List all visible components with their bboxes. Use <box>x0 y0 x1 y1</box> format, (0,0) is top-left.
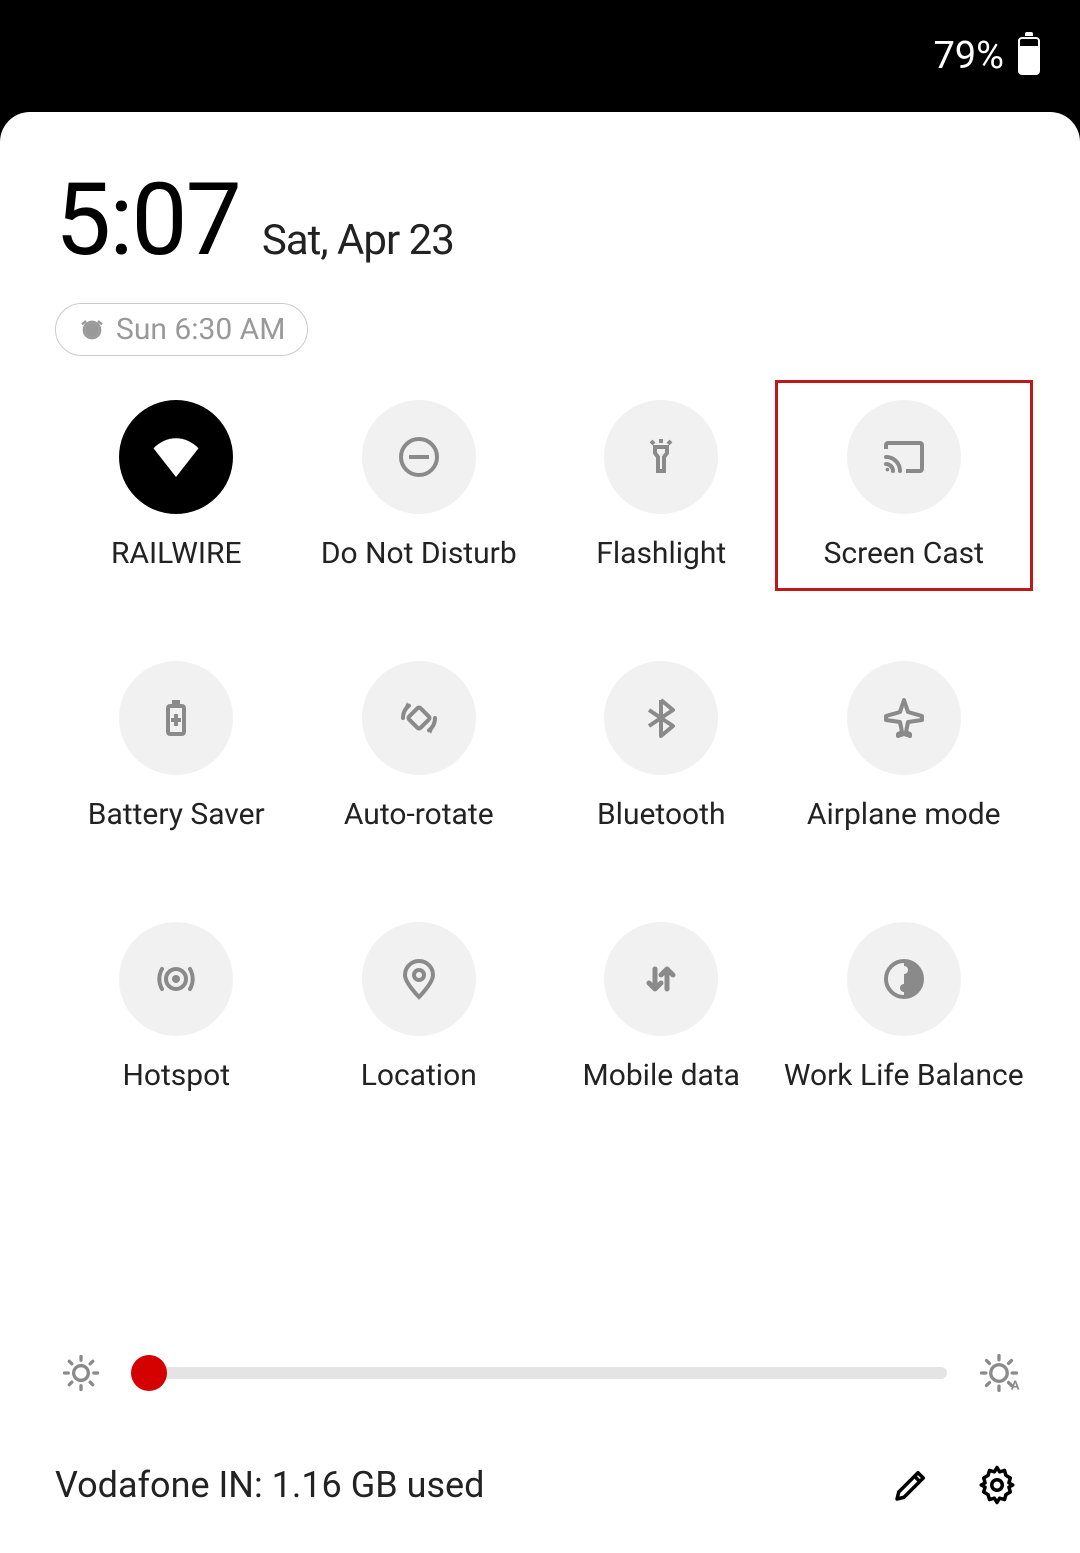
airplane-icon <box>880 694 928 742</box>
tile-flashlight-button[interactable] <box>604 400 718 514</box>
tile-location-label: Location <box>361 1058 477 1093</box>
tile-battery-saver: Battery Saver <box>55 661 298 832</box>
tile-location: Location <box>298 922 541 1093</box>
gear-icon <box>976 1464 1018 1506</box>
hotspot-icon <box>152 955 200 1003</box>
clock-date[interactable]: Sat, Apr 23 <box>262 216 454 265</box>
tile-location-button[interactable] <box>362 922 476 1036</box>
cast-icon <box>880 433 928 481</box>
mobile-data-icon <box>637 955 685 1003</box>
tile-wifi: RAILWIRE <box>55 400 298 571</box>
tile-mobile-data-label: Mobile data <box>583 1058 740 1093</box>
tile-dnd-label: Do Not Disturb <box>321 536 517 571</box>
tile-flashlight: Flashlight <box>540 400 783 571</box>
data-usage-text[interactable]: Vodafone IN: 1.16 GB used <box>55 1464 853 1506</box>
footer-row: Vodafone IN: 1.16 GB used <box>55 1457 1025 1523</box>
battery-icon <box>1018 37 1040 75</box>
wifi-icon <box>146 427 206 487</box>
alarm-text: Sun 6:30 AM <box>116 312 285 347</box>
tile-wifi-button[interactable] <box>119 400 233 514</box>
status-bar: 79% <box>0 0 1080 112</box>
brightness-thumb[interactable] <box>131 1355 167 1391</box>
tile-screen-cast-label: Screen Cast <box>824 536 984 571</box>
location-icon <box>395 955 443 1003</box>
alarm-chip[interactable]: Sun 6:30 AM <box>55 303 308 356</box>
quick-tiles-grid: RAILWIRE Do Not Disturb Flashlight <box>55 400 1025 1093</box>
tile-battery-saver-button[interactable] <box>119 661 233 775</box>
tile-hotspot-button[interactable] <box>119 922 233 1036</box>
tile-mobile-data: Mobile data <box>540 922 783 1093</box>
work-life-icon <box>880 955 928 1003</box>
tile-wifi-label: RAILWIRE <box>111 536 242 571</box>
tile-screen-cast: Screen Cast <box>775 380 1034 591</box>
settings-button[interactable] <box>969 1457 1025 1513</box>
battery-saver-icon <box>152 694 200 742</box>
battery-percent: 79% <box>933 34 1004 78</box>
tile-dnd-button[interactable] <box>362 400 476 514</box>
svg-text:A: A <box>1011 1379 1020 1394</box>
brightness-row: A <box>55 1351 1025 1395</box>
clock-time[interactable]: 5:07 <box>55 162 240 279</box>
brightness-slider[interactable] <box>133 1367 947 1379</box>
dnd-icon <box>395 433 443 481</box>
pencil-icon <box>890 1464 932 1506</box>
tile-airplane-label: Airplane mode <box>807 797 1001 832</box>
tile-bluetooth-label: Bluetooth <box>597 797 726 832</box>
tile-screen-cast-button[interactable] <box>847 400 961 514</box>
bluetooth-icon <box>637 694 685 742</box>
tile-flashlight-label: Flashlight <box>596 536 726 571</box>
tile-hotspot: Hotspot <box>55 922 298 1093</box>
tile-bluetooth-button[interactable] <box>604 661 718 775</box>
alarm-icon <box>78 316 106 344</box>
tile-auto-rotate-label: Auto-rotate <box>344 797 494 832</box>
tile-work-life-label: Work Life Balance <box>784 1058 1024 1093</box>
tile-work-life: Work Life Balance <box>783 922 1026 1093</box>
flashlight-icon <box>637 433 685 481</box>
tile-bluetooth: Bluetooth <box>540 661 783 832</box>
tile-airplane-button[interactable] <box>847 661 961 775</box>
tile-auto-rotate: Auto-rotate <box>298 661 541 832</box>
tile-dnd: Do Not Disturb <box>298 400 541 571</box>
tile-battery-saver-label: Battery Saver <box>88 797 265 832</box>
time-date-row: 5:07 Sat, Apr 23 <box>55 162 1025 279</box>
quick-settings-panel: 5:07 Sat, Apr 23 Sun 6:30 AM RAILWIRE Do… <box>0 112 1080 1553</box>
tile-auto-rotate-button[interactable] <box>362 661 476 775</box>
brightness-low-icon <box>59 1351 103 1395</box>
tile-hotspot-label: Hotspot <box>122 1058 230 1093</box>
tile-airplane: Airplane mode <box>783 661 1026 832</box>
brightness-auto-icon[interactable]: A <box>977 1351 1021 1395</box>
auto-rotate-icon <box>395 694 443 742</box>
tile-mobile-data-button[interactable] <box>604 922 718 1036</box>
tile-work-life-button[interactable] <box>847 922 961 1036</box>
edit-button[interactable] <box>883 1457 939 1513</box>
